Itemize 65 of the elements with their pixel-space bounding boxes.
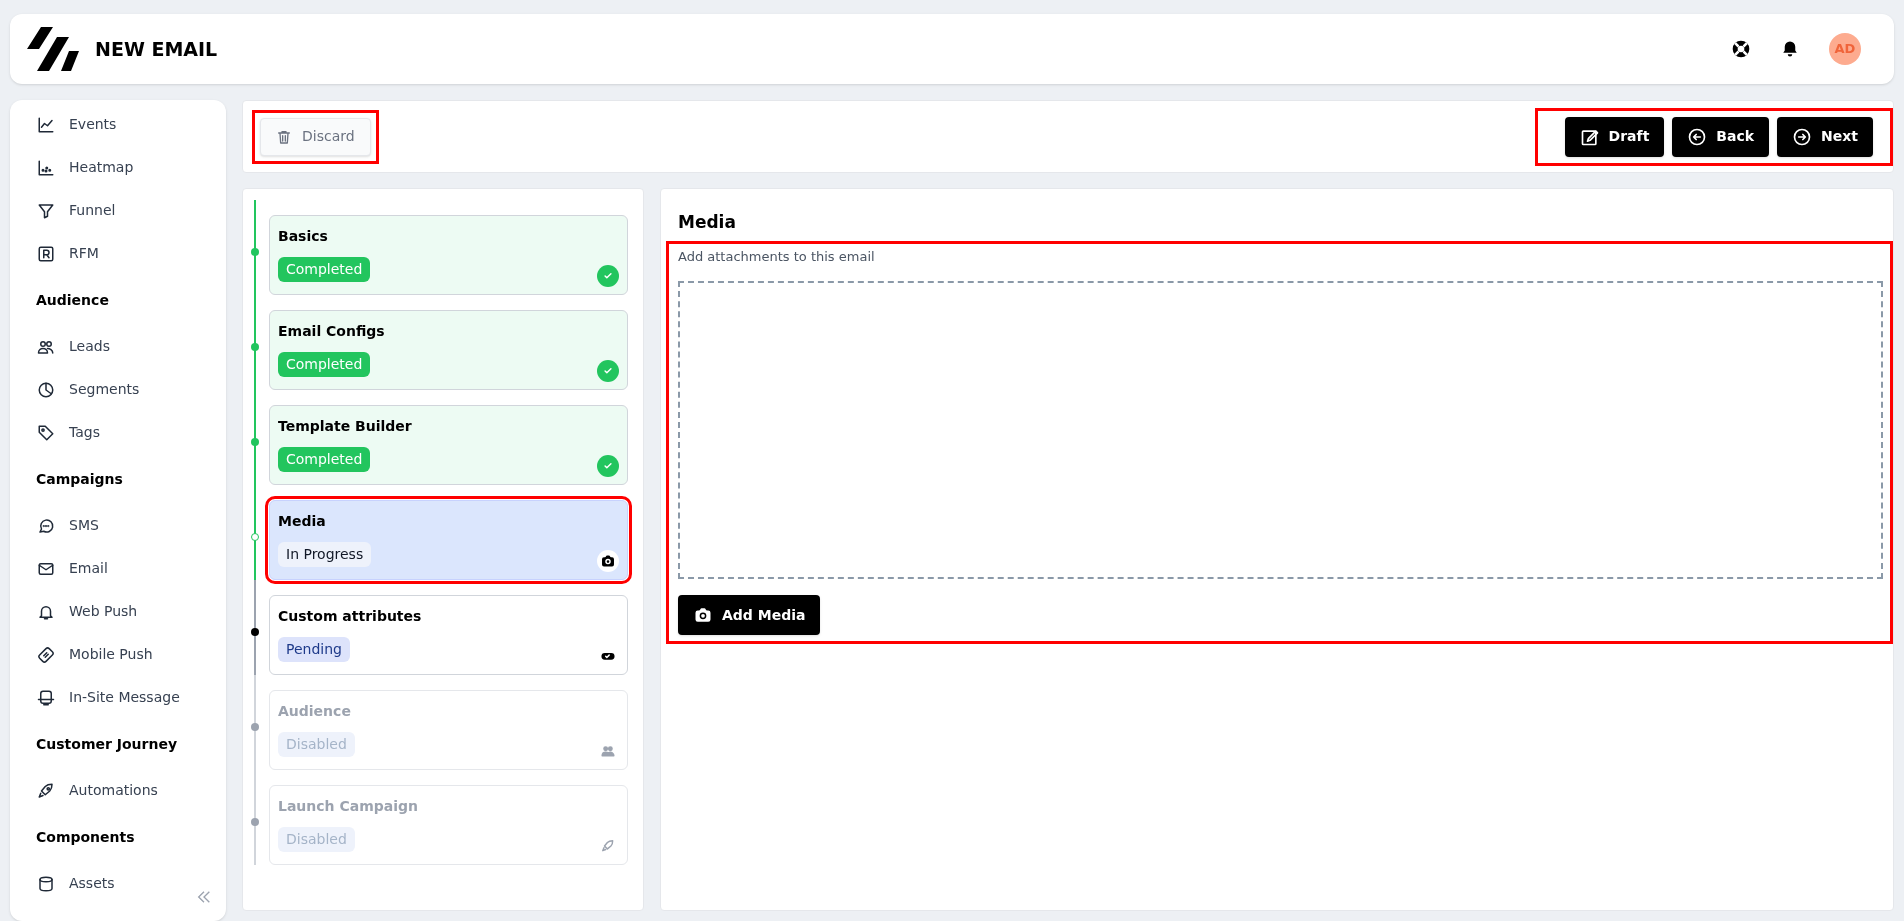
sidebar-item[interactable]: Mobile Push [22,633,153,676]
add-media-button[interactable]: Add Media [678,595,821,635]
sidebar-item-icon [37,423,55,442]
step-card[interactable]: Email Configs Completed [269,310,628,390]
check-icon [597,455,619,477]
section-heading: Campaigns [36,469,123,489]
status-badge: Completed [278,352,371,377]
status-badge: Completed [278,447,371,472]
step-title: Email Configs [278,322,385,341]
sidebar-item-icon [37,244,55,263]
sidebar-item[interactable]: Assets [22,862,115,905]
toolbar-button[interactable]: Back [1672,116,1770,157]
sidebar-item-icon [37,781,55,800]
step-title: Launch Campaign [278,797,418,816]
status-badge: Pending [278,637,350,662]
step-title: Audience [278,702,351,721]
step-title: Custom attributes [278,607,422,626]
status-badge: In Progress [278,542,372,567]
discard-button[interactable]: Discard [260,117,371,156]
arrow-left-icon [1687,126,1708,147]
step-title: Media [278,512,326,531]
sidebar-item[interactable]: SMS [22,504,99,547]
sidebar-item[interactable]: Tags [22,411,100,454]
sidebar-item-icon [37,688,55,707]
section-subtitle: Add attachments to this email [678,247,875,266]
camera-icon [693,606,713,624]
sidebar-item[interactable]: Heatmap [22,146,134,189]
step-card[interactable]: Template Builder Completed [269,405,628,485]
sidebar-item[interactable]: Segments [22,368,140,411]
sidebar-item-icon [37,874,55,893]
toolbar-button[interactable]: Draft [1564,116,1665,157]
step-card[interactable]: Basics Completed [269,215,628,295]
sidebar-item-icon [37,380,55,399]
step-title: Basics [278,227,328,246]
step-card[interactable]: Custom attributes Pending [269,595,628,675]
sidebar-item[interactable]: RFM [22,232,99,275]
sidebar-item[interactable]: Events [22,103,117,146]
page-title: NEW EMAIL [95,36,218,62]
sidebar-item[interactable]: Web Push [22,590,138,633]
status-badge: Disabled [278,827,355,852]
status-badge: Disabled [278,732,355,757]
sidebar-item[interactable]: Leads [22,325,110,368]
sidebar-item[interactable]: Email [22,547,108,590]
check-icon [597,265,619,287]
section-title: Media [678,211,736,234]
sidebar-item[interactable]: Automations [22,769,158,812]
sidebar-item-icon [37,645,55,664]
sidebar-item[interactable]: Funnel [22,189,116,232]
notification-bell-icon[interactable] [1781,39,1799,59]
camera-icon [597,550,619,572]
sidebar-item-icon [37,115,55,134]
sidebar-item-icon [37,516,55,535]
section-heading: Components [36,827,135,847]
sidebar-item[interactable]: In-Site Message [22,676,180,719]
toolbar-button[interactable]: Next [1777,116,1873,157]
logo-icon [27,27,79,71]
check-icon [597,360,619,382]
section-heading: Customer Journey [36,734,178,754]
sidebar-item-icon [37,201,55,220]
arrow-right-icon [1792,126,1813,147]
status-badge: Completed [278,257,371,282]
sidebar-item-icon [37,158,55,177]
section-heading: Audience [36,290,109,310]
step-title: Template Builder [278,417,412,436]
help-icon[interactable] [1731,39,1751,59]
